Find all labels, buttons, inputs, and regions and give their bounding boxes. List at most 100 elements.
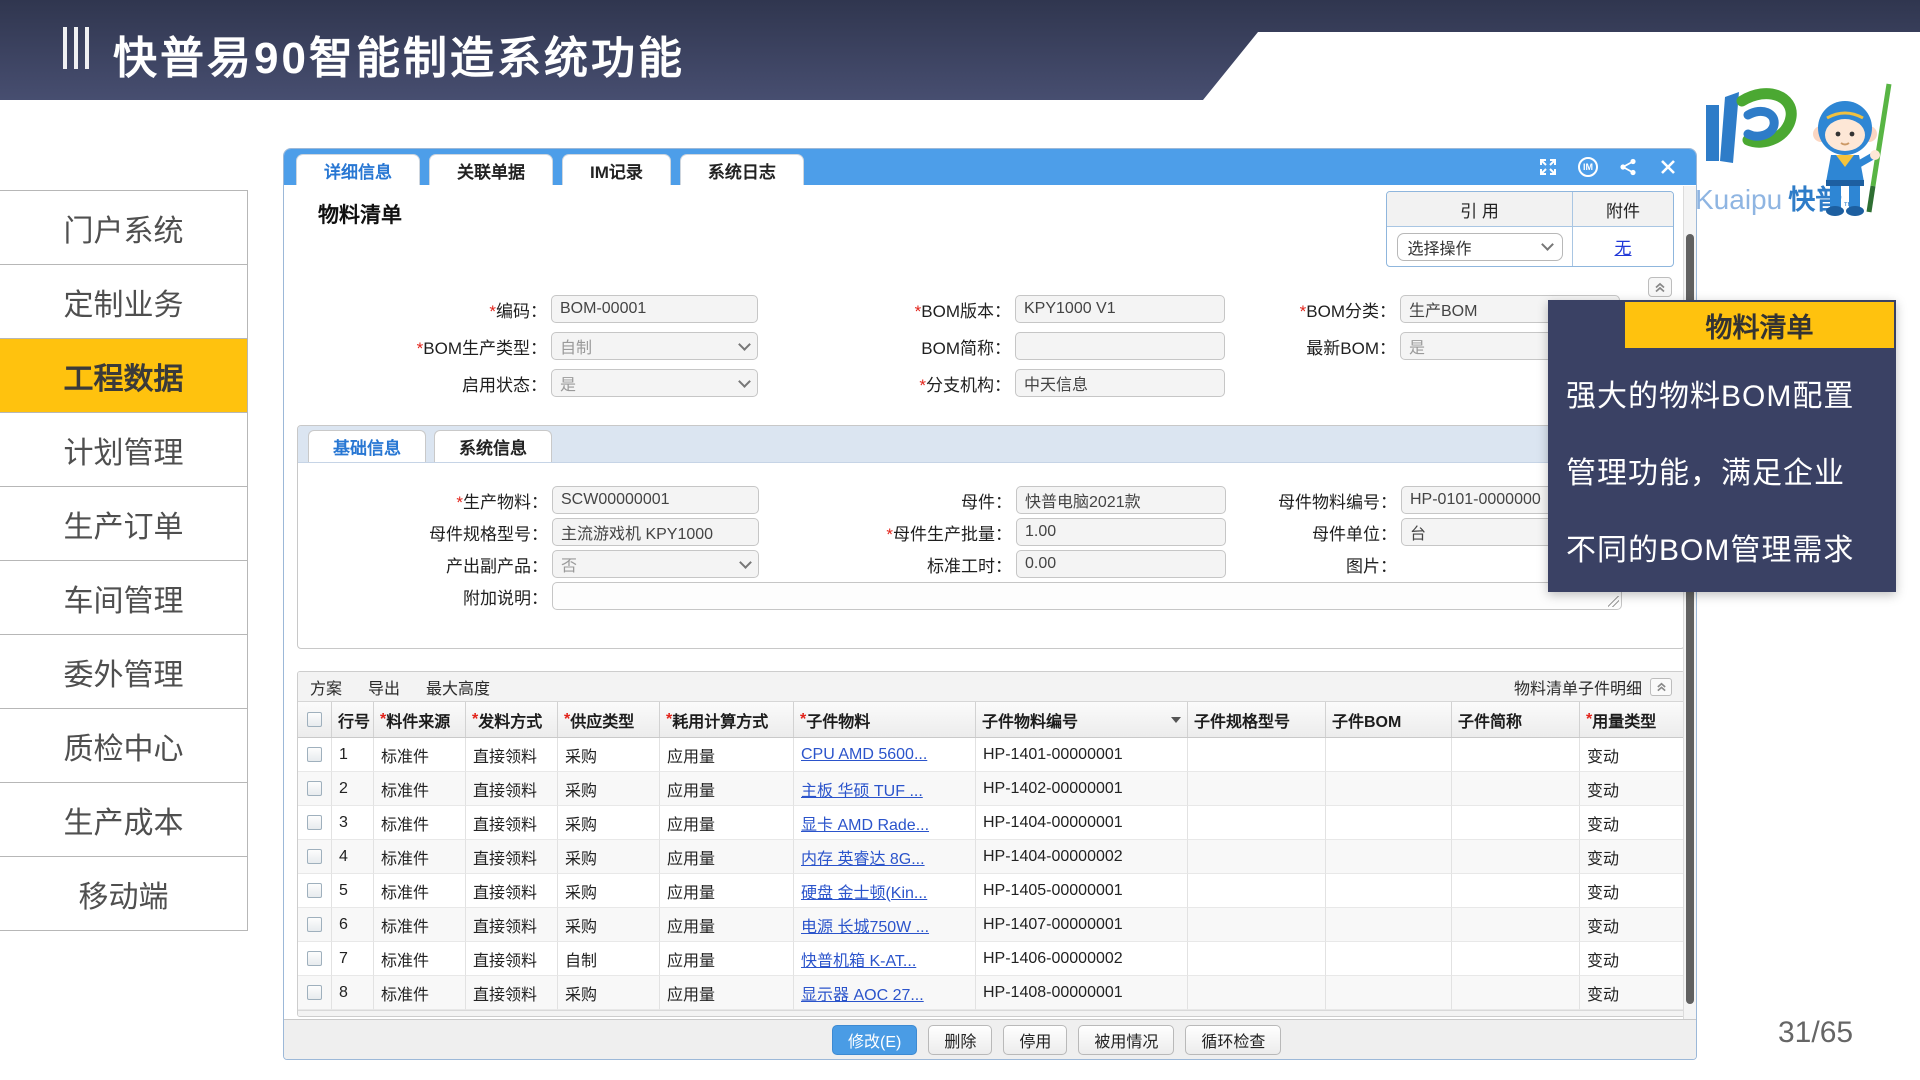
footer-button-bar: 修改(E) 删除停用被用情况循环检查 xyxy=(284,1019,1696,1059)
toolbar-plan[interactable]: 方案 xyxy=(310,675,342,699)
grid-header-label: 子件物料 xyxy=(806,708,870,732)
sidebar-item-9[interactable]: 生产成本 xyxy=(0,783,247,857)
field-byproduct: 产出副产品： 否 xyxy=(345,550,759,578)
enable-status-select[interactable]: 是 xyxy=(551,369,758,397)
parent-spec-input[interactable]: 主流游戏机 KPY1000 xyxy=(552,518,759,546)
toolbar-export[interactable]: 导出 xyxy=(368,675,400,699)
grid-header-10[interactable]: 子件简称 xyxy=(1452,702,1580,737)
grid-header-2[interactable]: *料件来源 xyxy=(374,702,466,737)
sidebar-item-10[interactable]: 移动端 xyxy=(0,857,247,931)
prod-material-input[interactable]: SCW00000001 xyxy=(552,486,759,514)
subitem-link[interactable]: 主板 华硕 TUF ... xyxy=(801,777,923,801)
footer-button-2[interactable]: 删除 xyxy=(928,1025,992,1055)
footer-button-5[interactable]: 循环检查 xyxy=(1185,1025,1281,1055)
grid-header-1[interactable]: 行号 xyxy=(332,702,374,737)
select-all-checkbox[interactable] xyxy=(307,712,322,727)
footer-button-4[interactable]: 被用情况 xyxy=(1078,1025,1174,1055)
field-picture: 图片： xyxy=(1215,550,1397,578)
grid-header-4[interactable]: *供应类型 xyxy=(558,702,660,737)
cell: 应用量 xyxy=(660,942,794,976)
row-checkbox[interactable] xyxy=(307,781,322,796)
collapse-grid-button[interactable] xyxy=(1650,678,1672,696)
resize-handle[interactable] xyxy=(1608,596,1619,607)
parent-batch-input[interactable]: 1.00 xyxy=(1016,518,1226,546)
reference-header: 引 用 xyxy=(1387,192,1573,227)
std-hours-input[interactable]: 0.00 xyxy=(1016,550,1226,578)
grid-header-row: 行号*料件来源*发料方式*供应类型*耗用计算方式*子件物料子件物料编号子件规格型… xyxy=(298,702,1684,738)
cell: HP-1406-00000002 xyxy=(976,942,1188,976)
basic-info-box: 基础信息系统信息 *生产物料： SCW00000001 母件： 快普电脑2021… xyxy=(297,425,1685,649)
sidebar-item-5[interactable]: 生产订单 xyxy=(0,487,247,561)
share-icon[interactable] xyxy=(1618,157,1638,177)
bom-short-input[interactable] xyxy=(1015,332,1225,360)
subitem-link[interactable]: 显示器 AOC 27... xyxy=(801,981,924,1005)
cell: 采购 xyxy=(558,908,660,942)
row-checkbox[interactable] xyxy=(307,917,322,932)
grid-header-11[interactable]: *用量类型 xyxy=(1580,702,1685,737)
cell: 标准件 xyxy=(374,840,466,874)
tab-1[interactable]: 详细信息 xyxy=(296,154,420,185)
grid-header-8[interactable]: 子件规格型号 xyxy=(1188,702,1326,737)
parent-input[interactable]: 快普电脑2021款 xyxy=(1016,486,1226,514)
grid-horizontal-scrollbar[interactable] xyxy=(298,1010,1684,1017)
sidebar-item-7[interactable]: 委外管理 xyxy=(0,635,247,709)
collapse-form-button[interactable] xyxy=(1648,277,1672,297)
row-checkbox[interactable] xyxy=(307,985,322,1000)
subitem-link[interactable]: 快普机箱 K-AT... xyxy=(801,947,916,971)
subitem-link[interactable]: 硬盘 金士顿(Kin... xyxy=(801,879,927,903)
subitem-link[interactable]: 内存 英睿达 8G... xyxy=(801,845,925,869)
sidebar-item-8[interactable]: 质检中心 xyxy=(0,709,247,783)
byproduct-select[interactable]: 否 xyxy=(552,550,759,578)
operation-select[interactable]: 选择操作 xyxy=(1397,233,1563,261)
footer-button-3[interactable]: 停用 xyxy=(1003,1025,1067,1055)
footer-button-1[interactable]: 修改(E) xyxy=(832,1025,917,1055)
row-checkbox[interactable] xyxy=(307,747,322,762)
fullscreen-icon[interactable] xyxy=(1538,157,1558,177)
table-row: 2标准件直接领料采购应用量主板 华硕 TUF ...HP-1402-000000… xyxy=(298,772,1684,806)
tab-4[interactable]: 系统日志 xyxy=(680,154,804,185)
grid-header-5[interactable]: *耗用计算方式 xyxy=(660,702,794,737)
note-textarea[interactable] xyxy=(552,582,1622,610)
grid-header-label: 耗用计算方式 xyxy=(672,708,768,732)
cell xyxy=(1326,806,1452,840)
sidebar-item-3[interactable]: 工程数据 xyxy=(0,339,247,413)
grid-header-3[interactable]: *发料方式 xyxy=(466,702,558,737)
row-checkbox[interactable] xyxy=(307,951,322,966)
subtab-1[interactable]: 基础信息 xyxy=(308,430,426,462)
attachment-none-link[interactable]: 无 xyxy=(1615,234,1632,259)
subitem-link[interactable]: 显卡 AMD Rade... xyxy=(801,811,929,835)
filter-arrow-icon[interactable] xyxy=(1171,717,1181,723)
im-icon[interactable]: IM xyxy=(1578,157,1598,177)
operation-select-value: 选择操作 xyxy=(1408,235,1472,259)
sidebar: 门户系统定制业务工程数据计划管理生产订单车间管理委外管理质检中心生产成本移动端 xyxy=(0,190,248,931)
cell xyxy=(1326,976,1452,1010)
field-bom-version: *BOM版本： KPY1000 V1 xyxy=(804,295,1225,323)
row-checkbox[interactable] xyxy=(307,815,322,830)
bom-type-select[interactable]: 自制 xyxy=(551,332,758,360)
sidebar-item-2[interactable]: 定制业务 xyxy=(0,265,247,339)
subtab-2[interactable]: 系统信息 xyxy=(434,430,552,462)
row-checkbox[interactable] xyxy=(307,883,322,898)
row-checkbox[interactable] xyxy=(307,849,322,864)
subitem-link[interactable]: 电源 长城750W ... xyxy=(801,913,929,937)
toolbar-max-height[interactable]: 最大高度 xyxy=(426,675,490,699)
tab-2[interactable]: 关联单据 xyxy=(429,154,553,185)
grid-header-6[interactable]: *子件物料 xyxy=(794,702,976,737)
cell: 标准件 xyxy=(374,908,466,942)
sidebar-item-6[interactable]: 车间管理 xyxy=(0,561,247,635)
cell xyxy=(1188,806,1326,840)
basic-info-tabs: 基础信息系统信息 xyxy=(298,426,1684,463)
subitem-link[interactable]: CPU AMD 5600... xyxy=(801,746,927,764)
grid-header-9[interactable]: 子件BOM xyxy=(1326,702,1452,737)
code-input[interactable]: BOM-00001 xyxy=(551,295,758,323)
close-icon[interactable] xyxy=(1658,157,1678,177)
cell: 变动 xyxy=(1580,806,1685,840)
grid-header-7[interactable]: 子件物料编号 xyxy=(976,702,1188,737)
bom-version-input[interactable]: KPY1000 V1 xyxy=(1015,295,1225,323)
branch-input[interactable]: 中天信息 xyxy=(1015,369,1225,397)
grid-header-0[interactable] xyxy=(298,702,332,737)
sidebar-item-1[interactable]: 门户系统 xyxy=(0,191,247,265)
tab-3[interactable]: IM记录 xyxy=(562,154,671,185)
chevron-down-icon xyxy=(738,338,751,351)
sidebar-item-4[interactable]: 计划管理 xyxy=(0,413,247,487)
